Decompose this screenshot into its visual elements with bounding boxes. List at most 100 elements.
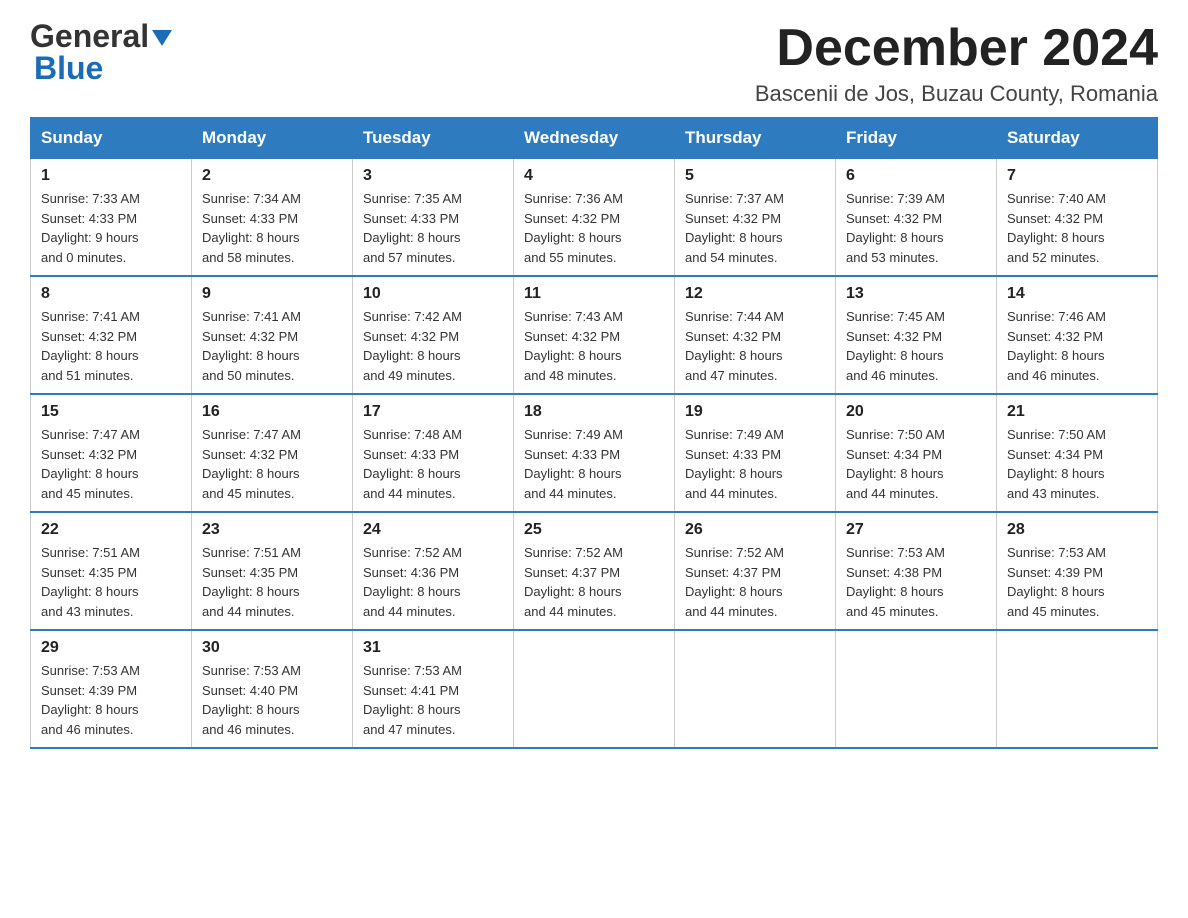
calendar-cell: 17 Sunrise: 7:48 AMSunset: 4:33 PMDaylig… xyxy=(353,394,514,512)
day-number: 18 xyxy=(524,403,664,421)
day-number: 30 xyxy=(202,639,342,657)
day-number: 24 xyxy=(363,521,503,539)
day-info: Sunrise: 7:44 AMSunset: 4:32 PMDaylight:… xyxy=(685,307,825,385)
day-number: 6 xyxy=(846,167,986,185)
calendar-cell: 31 Sunrise: 7:53 AMSunset: 4:41 PMDaylig… xyxy=(353,630,514,748)
day-info: Sunrise: 7:40 AMSunset: 4:32 PMDaylight:… xyxy=(1007,189,1147,267)
calendar-cell: 6 Sunrise: 7:39 AMSunset: 4:32 PMDayligh… xyxy=(836,159,997,277)
day-info: Sunrise: 7:53 AMSunset: 4:41 PMDaylight:… xyxy=(363,661,503,739)
day-info: Sunrise: 7:36 AMSunset: 4:32 PMDaylight:… xyxy=(524,189,664,267)
calendar-cell: 7 Sunrise: 7:40 AMSunset: 4:32 PMDayligh… xyxy=(997,159,1158,277)
day-number: 29 xyxy=(41,639,181,657)
day-info: Sunrise: 7:37 AMSunset: 4:32 PMDaylight:… xyxy=(685,189,825,267)
day-number: 25 xyxy=(524,521,664,539)
day-number: 20 xyxy=(846,403,986,421)
day-info: Sunrise: 7:39 AMSunset: 4:32 PMDaylight:… xyxy=(846,189,986,267)
day-info: Sunrise: 7:47 AMSunset: 4:32 PMDaylight:… xyxy=(202,425,342,503)
calendar-cell: 20 Sunrise: 7:50 AMSunset: 4:34 PMDaylig… xyxy=(836,394,997,512)
day-number: 4 xyxy=(524,167,664,185)
day-number: 7 xyxy=(1007,167,1147,185)
day-info: Sunrise: 7:51 AMSunset: 4:35 PMDaylight:… xyxy=(41,543,181,621)
calendar-week-row: 15 Sunrise: 7:47 AMSunset: 4:32 PMDaylig… xyxy=(31,394,1158,512)
day-info: Sunrise: 7:53 AMSunset: 4:39 PMDaylight:… xyxy=(41,661,181,739)
day-info: Sunrise: 7:49 AMSunset: 4:33 PMDaylight:… xyxy=(524,425,664,503)
calendar-cell: 29 Sunrise: 7:53 AMSunset: 4:39 PMDaylig… xyxy=(31,630,192,748)
calendar-cell: 28 Sunrise: 7:53 AMSunset: 4:39 PMDaylig… xyxy=(997,512,1158,630)
day-info: Sunrise: 7:50 AMSunset: 4:34 PMDaylight:… xyxy=(846,425,986,503)
day-info: Sunrise: 7:42 AMSunset: 4:32 PMDaylight:… xyxy=(363,307,503,385)
day-info: Sunrise: 7:48 AMSunset: 4:33 PMDaylight:… xyxy=(363,425,503,503)
day-info: Sunrise: 7:41 AMSunset: 4:32 PMDaylight:… xyxy=(202,307,342,385)
day-number: 16 xyxy=(202,403,342,421)
day-number: 3 xyxy=(363,167,503,185)
month-year-title: December 2024 xyxy=(755,20,1158,77)
header-saturday: Saturday xyxy=(997,118,1158,159)
day-number: 1 xyxy=(41,167,181,185)
day-number: 14 xyxy=(1007,285,1147,303)
calendar-week-row: 22 Sunrise: 7:51 AMSunset: 4:35 PMDaylig… xyxy=(31,512,1158,630)
calendar-cell: 18 Sunrise: 7:49 AMSunset: 4:33 PMDaylig… xyxy=(514,394,675,512)
day-number: 5 xyxy=(685,167,825,185)
day-info: Sunrise: 7:43 AMSunset: 4:32 PMDaylight:… xyxy=(524,307,664,385)
day-info: Sunrise: 7:35 AMSunset: 4:33 PMDaylight:… xyxy=(363,189,503,267)
calendar-cell: 5 Sunrise: 7:37 AMSunset: 4:32 PMDayligh… xyxy=(675,159,836,277)
calendar-cell: 19 Sunrise: 7:49 AMSunset: 4:33 PMDaylig… xyxy=(675,394,836,512)
logo-blue: Blue xyxy=(30,52,103,84)
calendar-cell: 26 Sunrise: 7:52 AMSunset: 4:37 PMDaylig… xyxy=(675,512,836,630)
day-info: Sunrise: 7:34 AMSunset: 4:33 PMDaylight:… xyxy=(202,189,342,267)
day-info: Sunrise: 7:33 AMSunset: 4:33 PMDaylight:… xyxy=(41,189,181,267)
header-tuesday: Tuesday xyxy=(353,118,514,159)
day-number: 27 xyxy=(846,521,986,539)
calendar-cell: 23 Sunrise: 7:51 AMSunset: 4:35 PMDaylig… xyxy=(192,512,353,630)
day-info: Sunrise: 7:41 AMSunset: 4:32 PMDaylight:… xyxy=(41,307,181,385)
calendar-cell: 4 Sunrise: 7:36 AMSunset: 4:32 PMDayligh… xyxy=(514,159,675,277)
day-info: Sunrise: 7:45 AMSunset: 4:32 PMDaylight:… xyxy=(846,307,986,385)
day-number: 9 xyxy=(202,285,342,303)
header-thursday: Thursday xyxy=(675,118,836,159)
calendar-header-row: SundayMondayTuesdayWednesdayThursdayFrid… xyxy=(31,118,1158,159)
calendar-cell: 10 Sunrise: 7:42 AMSunset: 4:32 PMDaylig… xyxy=(353,276,514,394)
calendar-cell: 12 Sunrise: 7:44 AMSunset: 4:32 PMDaylig… xyxy=(675,276,836,394)
calendar-cell: 25 Sunrise: 7:52 AMSunset: 4:37 PMDaylig… xyxy=(514,512,675,630)
day-info: Sunrise: 7:46 AMSunset: 4:32 PMDaylight:… xyxy=(1007,307,1147,385)
day-number: 17 xyxy=(363,403,503,421)
page-header: General Blue December 2024 Bascenii de J… xyxy=(30,20,1158,107)
day-info: Sunrise: 7:53 AMSunset: 4:40 PMDaylight:… xyxy=(202,661,342,739)
title-block: December 2024 Bascenii de Jos, Buzau Cou… xyxy=(755,20,1158,107)
day-info: Sunrise: 7:53 AMSunset: 4:39 PMDaylight:… xyxy=(1007,543,1147,621)
calendar-cell: 3 Sunrise: 7:35 AMSunset: 4:33 PMDayligh… xyxy=(353,159,514,277)
day-number: 12 xyxy=(685,285,825,303)
calendar-cell xyxy=(514,630,675,748)
calendar-cell: 27 Sunrise: 7:53 AMSunset: 4:38 PMDaylig… xyxy=(836,512,997,630)
day-number: 15 xyxy=(41,403,181,421)
day-info: Sunrise: 7:49 AMSunset: 4:33 PMDaylight:… xyxy=(685,425,825,503)
logo-general: General xyxy=(30,20,172,52)
header-wednesday: Wednesday xyxy=(514,118,675,159)
calendar-cell: 11 Sunrise: 7:43 AMSunset: 4:32 PMDaylig… xyxy=(514,276,675,394)
calendar-cell: 1 Sunrise: 7:33 AMSunset: 4:33 PMDayligh… xyxy=(31,159,192,277)
day-info: Sunrise: 7:52 AMSunset: 4:37 PMDaylight:… xyxy=(685,543,825,621)
day-number: 26 xyxy=(685,521,825,539)
calendar-cell: 30 Sunrise: 7:53 AMSunset: 4:40 PMDaylig… xyxy=(192,630,353,748)
header-friday: Friday xyxy=(836,118,997,159)
logo: General Blue xyxy=(30,20,172,84)
calendar-cell: 9 Sunrise: 7:41 AMSunset: 4:32 PMDayligh… xyxy=(192,276,353,394)
calendar-week-row: 8 Sunrise: 7:41 AMSunset: 4:32 PMDayligh… xyxy=(31,276,1158,394)
day-number: 19 xyxy=(685,403,825,421)
day-number: 21 xyxy=(1007,403,1147,421)
calendar-cell: 14 Sunrise: 7:46 AMSunset: 4:32 PMDaylig… xyxy=(997,276,1158,394)
day-number: 22 xyxy=(41,521,181,539)
day-info: Sunrise: 7:51 AMSunset: 4:35 PMDaylight:… xyxy=(202,543,342,621)
header-sunday: Sunday xyxy=(31,118,192,159)
calendar-cell: 16 Sunrise: 7:47 AMSunset: 4:32 PMDaylig… xyxy=(192,394,353,512)
day-number: 10 xyxy=(363,285,503,303)
day-number: 8 xyxy=(41,285,181,303)
day-number: 28 xyxy=(1007,521,1147,539)
day-number: 23 xyxy=(202,521,342,539)
calendar-cell: 15 Sunrise: 7:47 AMSunset: 4:32 PMDaylig… xyxy=(31,394,192,512)
day-info: Sunrise: 7:50 AMSunset: 4:34 PMDaylight:… xyxy=(1007,425,1147,503)
calendar-table: SundayMondayTuesdayWednesdayThursdayFrid… xyxy=(30,117,1158,749)
calendar-week-row: 1 Sunrise: 7:33 AMSunset: 4:33 PMDayligh… xyxy=(31,159,1158,277)
logo-triangle-icon xyxy=(152,30,172,46)
day-number: 11 xyxy=(524,285,664,303)
